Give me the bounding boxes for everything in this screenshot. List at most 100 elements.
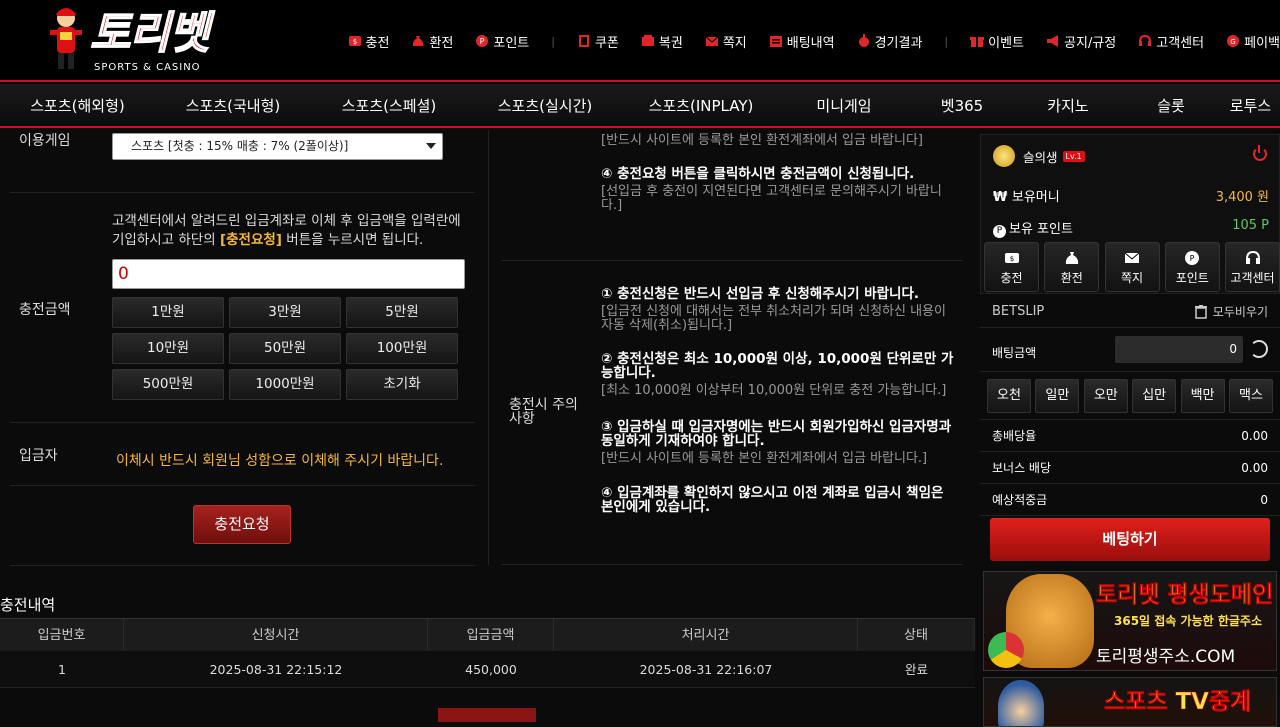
notice-item-main: ① 충전신청은 반드시 선입금 후 신청해주시기 바랍니다. <box>601 286 919 302</box>
trash-icon <box>1194 304 1207 319</box>
cell-deposit-no: 1 <box>58 662 66 677</box>
quick-charge-button[interactable]: $ 충전 <box>984 242 1039 292</box>
notice-item: ④ 충전요청 버튼을 클릭하시면 충전금액이 신청됩니다. [선입금 후 충전이… <box>601 167 956 213</box>
nav-sports-inplay[interactable]: 스포츠(INPLAY) <box>623 95 779 116</box>
nav-casino[interactable]: 카지노 <box>1015 95 1121 116</box>
chip-max[interactable]: 맥스 <box>1228 379 1273 413</box>
quick-label: 쪽지 <box>1120 271 1144 285</box>
payback-icon: G <box>1227 35 1240 47</box>
nav-sports-live[interactable]: 스포츠(실시간) <box>467 95 623 116</box>
top-menu-label: 이벤트 <box>988 35 1025 51</box>
game-row: 이용게임 스포츠 [첫충 : 15% 매충 : 7% (2폴이상)] <box>10 130 475 193</box>
chrome-icon <box>988 632 1024 668</box>
top-menu-support[interactable]: 고객센터 <box>1138 32 1204 51</box>
amount-reset-button[interactable]: 초기화 <box>346 369 458 400</box>
guide-text-post: 버튼을 누르시면 됩니다. <box>281 232 424 248</box>
top-menu-point[interactable]: P 포인트 <box>475 32 529 51</box>
amount-button-30k[interactable]: 3만원 <box>229 297 341 328</box>
game-label: 이용게임 <box>19 133 71 149</box>
coupon-icon <box>578 35 589 47</box>
top-menu-label: 배팅내역 <box>786 35 835 51</box>
bet-amount-label: 배팅금액 <box>992 346 1037 360</box>
guide-highlight: [충전요청] <box>219 232 282 248</box>
clear-all-button[interactable]: 모두비우기 <box>1194 303 1268 320</box>
top-menu-message[interactable]: 쪽지 <box>705 32 747 51</box>
quick-exchange-button[interactable]: 환전 <box>1044 242 1100 292</box>
clear-all-label: 모두비우기 <box>1212 305 1268 319</box>
amount-button-50k[interactable]: 5만원 <box>346 297 458 328</box>
betslip-title: BETSLIP <box>992 304 1045 319</box>
cell-request-time: 2025-08-31 22:15:12 <box>209 662 343 677</box>
notice-item-main: ④ 입금계좌를 확인하지 않으시고 이전 계좌로 입금시 책임은 본인에게 있습… <box>601 485 944 515</box>
moneybag-icon <box>1065 252 1078 264</box>
delete-history-button[interactable] <box>438 708 536 722</box>
quick-message-button[interactable]: 쪽지 <box>1104 242 1160 292</box>
svg-text:$: $ <box>1009 255 1013 263</box>
top-menu-exchange[interactable]: 환전 <box>411 32 453 51</box>
stat-value: 0.00 <box>1241 460 1268 475</box>
notice-item-sub: [반드시 사이트에 등록한 본인 환전계좌에서 입금 바랍니다.] <box>601 451 928 466</box>
quick-actions: $ 충전 환전 쪽지 P 포인트 고객센터 <box>984 242 1280 292</box>
quick-support-button[interactable]: 고객센터 <box>1225 242 1280 292</box>
top-menu-betting-history[interactable]: 배팅내역 <box>769 32 835 51</box>
sports-tv-banner[interactable]: 스포츠 TV중계 <box>983 677 1277 727</box>
chip-100k[interactable]: 십만 <box>1132 379 1177 413</box>
top-menu-label: 페이백 <box>1244 35 1280 51</box>
game-select[interactable]: 스포츠 [첫충 : 15% 매충 : 7% (2폴이상)] <box>112 133 443 160</box>
chevron-down-icon <box>426 143 436 149</box>
nav-sports-special[interactable]: 스포츠(스페셜) <box>311 95 467 116</box>
table-row[interactable]: 1 2025-08-31 22:15:12 450,000 2025-08-31… <box>0 651 975 688</box>
chip-10k[interactable]: 일만 <box>1035 379 1080 413</box>
top-menu-event[interactable]: 이벤트 <box>970 32 1024 51</box>
notice-item-main: ② 충전신청은 최소 10,000원 이상, 10,000원 단위로만 가능합니… <box>601 351 954 381</box>
amount-button-1m[interactable]: 100만원 <box>346 333 458 364</box>
cell-process-time: 2025-08-31 22:16:07 <box>639 662 773 677</box>
point-row: P 보유 포인트 105 P <box>993 218 1269 238</box>
chip-50k[interactable]: 오만 <box>1083 379 1128 413</box>
user-info: 슬의생 Lv.1 <box>993 145 1085 167</box>
amount-button-500k[interactable]: 50만원 <box>229 333 341 364</box>
amount-button-5m[interactable]: 500만원 <box>112 369 224 400</box>
top-menu-label: 쪽지 <box>722 35 747 51</box>
domain-banner[interactable]: 토리벳 평생도메인 365일 접속 가능한 한글주소 토리평생주소.COM <box>983 571 1277 671</box>
logout-icon[interactable] <box>1253 145 1267 161</box>
notice-item: ① 충전신청은 반드시 선입금 후 신청해주시기 바랍니다. [입금전 신청에 … <box>601 287 956 333</box>
nav-slot[interactable]: 슬롯 <box>1121 95 1221 116</box>
amount-button-10m[interactable]: 1000만원 <box>229 369 341 400</box>
mail-icon <box>705 36 719 46</box>
gift-icon <box>970 37 985 47</box>
nav-minigame[interactable]: 미니게임 <box>779 95 909 116</box>
chip-5k[interactable]: 오천 <box>987 379 1031 413</box>
cell-amount: 450,000 <box>465 662 517 677</box>
nav-sports-domestic[interactable]: 스포츠(국내형) <box>155 95 311 116</box>
cell-status: 완료 <box>904 662 928 677</box>
top-menu-lottery[interactable]: 복권 <box>641 32 683 51</box>
place-bet-button[interactable]: 베팅하기 <box>990 518 1270 561</box>
charge-form: 이용게임 스포츠 [첫충 : 15% 매충 : 7% (2폴이상)] 충전금액 … <box>10 130 475 566</box>
svg-text:P: P <box>1190 254 1195 263</box>
won-icon: ₩ <box>993 190 1012 205</box>
chip-1m[interactable]: 백만 <box>1180 379 1225 413</box>
charge-request-button[interactable]: 충전요청 <box>193 505 291 544</box>
nav-lotus[interactable]: 로투스 <box>1221 95 1280 116</box>
banner-title: 토리벳 평생도메인 <box>1096 582 1274 609</box>
amount-button-10k[interactable]: 1만원 <box>112 297 224 328</box>
amount-button-100k[interactable]: 10만원 <box>112 333 224 364</box>
site-logo[interactable]: 토리벳 SPORTS & CASINO <box>44 6 224 78</box>
top-menu-notice[interactable]: 공지/규정 <box>1046 32 1116 51</box>
point-icon: P <box>993 225 1006 238</box>
top-menu-charge[interactable]: $ 충전 <box>348 32 389 51</box>
right-sidebar: 슬의생 Lv.1 ₩ 보유머니 3,400 원 P 보유 포인트 105 P $ 충… <box>980 130 1280 727</box>
amount-input[interactable]: 0 <box>112 259 465 289</box>
nav-sports-overseas[interactable]: 스포츠(해외형) <box>0 95 155 116</box>
money-value: 3,400 원 <box>1215 190 1269 205</box>
notice-item-sub: [반드시 사이트에 등록한 본인 환전계좌에서 입금 바랍니다] <box>601 133 923 148</box>
top-menu-results[interactable]: 경기결과 <box>857 32 922 51</box>
refresh-icon[interactable] <box>1250 340 1268 358</box>
bet-amount-input[interactable]: 0 <box>1115 336 1243 363</box>
top-menu-payback[interactable]: G 페이백 <box>1226 32 1280 51</box>
top-menu-coupon[interactable]: 쿠폰 <box>577 32 619 51</box>
nav-bet365[interactable]: 벳365 <box>909 95 1015 116</box>
quick-point-button[interactable]: P 포인트 <box>1164 242 1220 292</box>
banner-url: 토리평생주소.COM <box>1096 647 1236 667</box>
